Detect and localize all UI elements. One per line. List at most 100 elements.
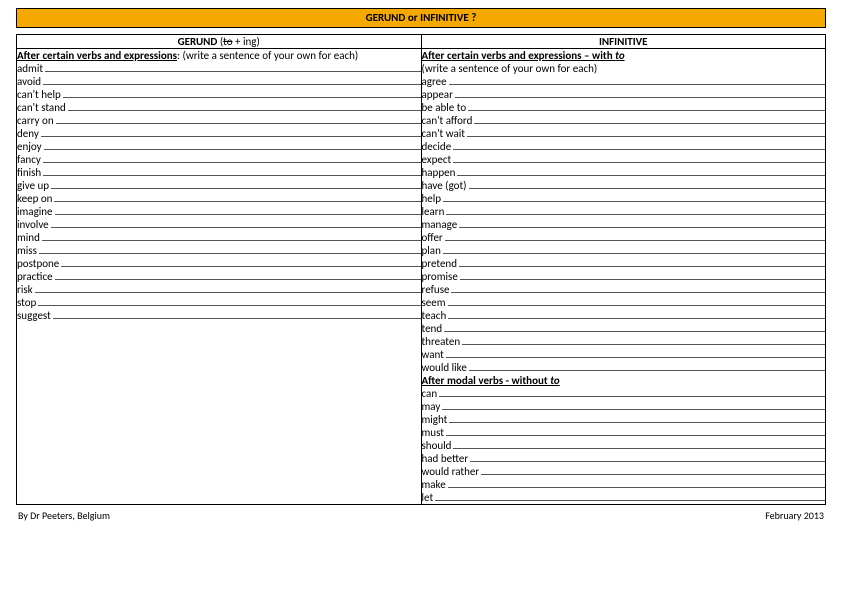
write-line[interactable]	[443, 244, 825, 254]
write-line[interactable]	[439, 387, 825, 397]
write-line[interactable]	[459, 218, 825, 228]
write-line[interactable]	[35, 283, 421, 293]
verb-word: have (got)	[422, 179, 469, 192]
write-line[interactable]	[446, 205, 825, 215]
blank-line-row: may	[422, 400, 826, 413]
gerund-section-tail: : (write a sentence of your own for each…	[177, 49, 358, 62]
blank-line-row: mind	[17, 231, 421, 244]
write-line[interactable]	[43, 153, 421, 163]
write-line[interactable]	[55, 205, 421, 215]
blank-line-row: postpone	[17, 257, 421, 270]
write-line[interactable]	[469, 179, 826, 189]
write-line[interactable]	[469, 361, 825, 371]
blank-line-row: fancy	[17, 153, 421, 166]
footer: By Dr Peeters, Belgium February 2013	[16, 505, 826, 522]
blank-line-row: can't help	[17, 88, 421, 101]
write-line[interactable]	[63, 88, 421, 98]
verb-word: should	[422, 439, 454, 452]
verb-word: make	[422, 478, 448, 491]
blank-line-row: appear	[422, 88, 826, 101]
verb-word: refuse	[422, 283, 452, 296]
verb-word: teach	[422, 309, 449, 322]
verb-word: seem	[422, 296, 448, 309]
write-line[interactable]	[474, 114, 825, 124]
write-line[interactable]	[446, 348, 825, 358]
blank-line-row: make	[422, 478, 826, 491]
write-line[interactable]	[470, 452, 825, 462]
blank-line-row: can't wait	[422, 127, 826, 140]
write-line[interactable]	[457, 166, 825, 176]
write-line[interactable]	[448, 296, 825, 306]
write-line[interactable]	[39, 244, 421, 254]
blank-line-row: learn	[422, 205, 826, 218]
write-line[interactable]	[43, 75, 420, 85]
blank-line-row: enjoy	[17, 140, 421, 153]
write-line[interactable]	[443, 192, 825, 202]
write-line[interactable]	[462, 335, 825, 345]
write-line[interactable]	[459, 257, 825, 267]
blank-line-row: teach	[422, 309, 826, 322]
write-line[interactable]	[449, 75, 825, 85]
gerund-header-suffix: + ing)	[233, 35, 260, 48]
gerund-header-prefix: GERUND	[178, 35, 218, 48]
write-line[interactable]	[451, 283, 825, 293]
write-line[interactable]	[41, 127, 421, 137]
verb-word: can't help	[17, 88, 63, 101]
verb-word: would rather	[422, 465, 482, 478]
write-line[interactable]	[448, 478, 825, 488]
write-line[interactable]	[43, 166, 420, 176]
verb-word: miss	[17, 244, 39, 257]
write-line[interactable]	[453, 439, 825, 449]
write-line[interactable]	[51, 179, 420, 189]
write-line[interactable]	[442, 400, 825, 410]
verb-word: plan	[422, 244, 443, 257]
write-line[interactable]	[467, 127, 825, 137]
write-line[interactable]	[53, 309, 421, 319]
write-line[interactable]	[468, 101, 825, 111]
write-line[interactable]	[453, 140, 825, 150]
write-line[interactable]	[445, 231, 825, 241]
write-line[interactable]	[61, 257, 420, 267]
write-line[interactable]	[435, 491, 825, 501]
write-line[interactable]	[54, 192, 420, 202]
write-line[interactable]	[42, 231, 421, 241]
verb-word: mind	[17, 231, 42, 244]
infinitive-section1-to: to	[615, 49, 625, 62]
write-line[interactable]	[449, 413, 825, 423]
write-line[interactable]	[453, 153, 825, 163]
footer-author: By Dr Peeters, Belgium	[18, 509, 110, 522]
write-line[interactable]	[56, 114, 421, 124]
write-line[interactable]	[455, 88, 825, 98]
write-line[interactable]	[460, 270, 825, 280]
write-line[interactable]	[55, 270, 421, 280]
infinitive-section1-head: After certain verbs and expressions – wi…	[422, 49, 826, 62]
write-line[interactable]	[448, 309, 825, 319]
blank-line-row: seem	[422, 296, 826, 309]
write-line[interactable]	[44, 140, 421, 150]
infinitive-section2-label: After modal verbs - without	[422, 374, 551, 387]
verb-word: happen	[422, 166, 458, 179]
write-line[interactable]	[444, 322, 825, 332]
blank-line-row: agree	[422, 75, 826, 88]
write-line[interactable]	[38, 296, 420, 306]
blank-line-row: risk	[17, 283, 421, 296]
write-line[interactable]	[45, 62, 420, 72]
infinitive-list-1: agreeappearbe able tocan't affordcan't w…	[422, 75, 826, 374]
write-line[interactable]	[51, 218, 421, 228]
verb-word: had better	[422, 452, 471, 465]
blank-line-row: imagine	[17, 205, 421, 218]
gerund-section-head: After certain verbs and expressions: (wr…	[17, 49, 421, 62]
infinitive-cell: After certain verbs and expressions – wi…	[421, 49, 826, 505]
gerund-list: admitavoidcan't helpcan't standcarry ond…	[17, 62, 421, 322]
verb-word: tend	[422, 322, 445, 335]
blank-line-row: avoid	[17, 75, 421, 88]
infinitive-section2-head: After modal verbs - without to	[422, 374, 826, 387]
write-line[interactable]	[446, 426, 825, 436]
verb-word: would like	[422, 361, 469, 374]
verb-word: appear	[422, 88, 455, 101]
write-line[interactable]	[68, 101, 421, 111]
verb-word: be able to	[422, 101, 469, 114]
write-line[interactable]	[481, 465, 825, 475]
verb-word: expect	[422, 153, 454, 166]
blank-line-row: manage	[422, 218, 826, 231]
